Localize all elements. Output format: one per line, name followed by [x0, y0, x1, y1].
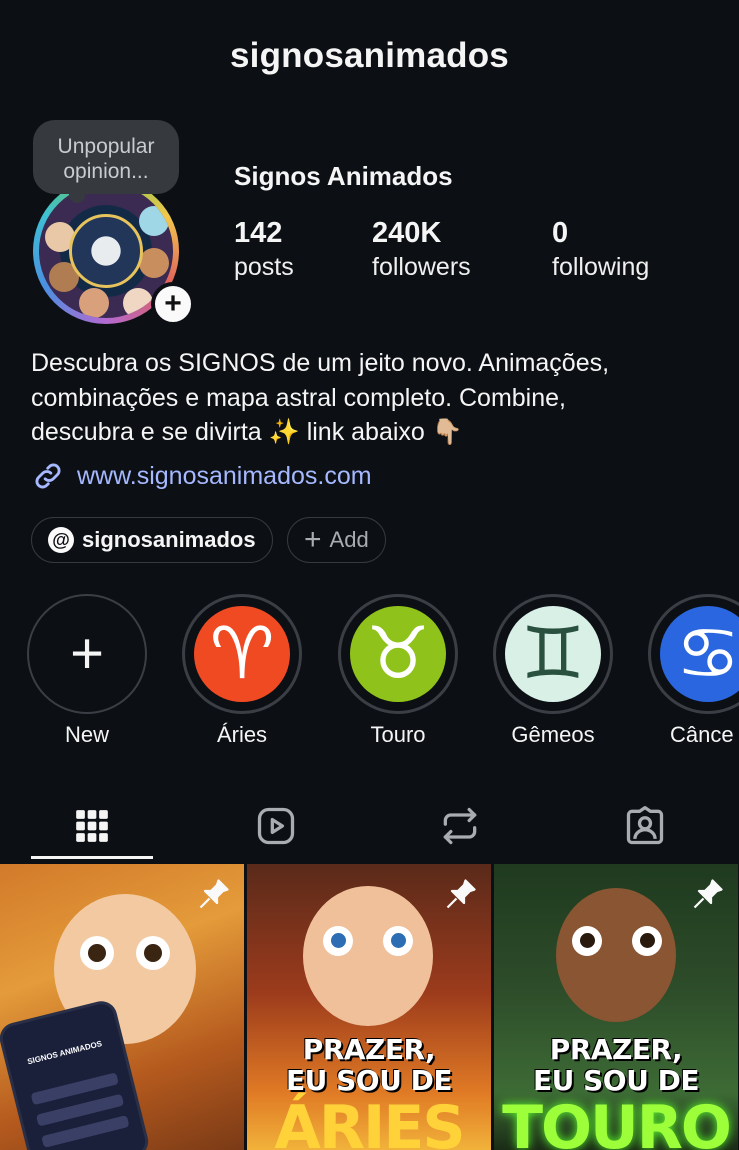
- posts-count: 142: [234, 217, 283, 249]
- highlight-label: Áries: [216, 722, 268, 747]
- post-title-line: PRAZER,: [549, 1033, 683, 1066]
- pin-icon: [693, 879, 723, 909]
- gemini-symbol-icon: ♊: [505, 606, 601, 702]
- bio: Descubra os SIGNOS de um jeito novo. Ani…: [31, 346, 721, 450]
- link-icon: [35, 463, 61, 489]
- tagged-icon: [626, 806, 664, 845]
- grid-post[interactable]: PRAZER, EU SOU DE ÁRIES: [247, 864, 491, 1150]
- post-sign-name: ÁRIES: [274, 1093, 465, 1150]
- highlight-label: Cânce: [670, 722, 734, 747]
- grid-icon: [76, 810, 108, 842]
- profile-username[interactable]: signosanimados: [0, 36, 739, 76]
- tab-reels[interactable]: [215, 790, 337, 862]
- highlight-gemeos[interactable]: ♊ Gêmeos: [491, 594, 615, 748]
- top-bar: signosanimados: [0, 36, 739, 76]
- website-url[interactable]: www.signosanimados.com: [77, 462, 372, 491]
- highlight-label: Touro: [370, 722, 426, 747]
- aries-symbol-icon: ♈: [194, 606, 290, 702]
- pin-icon: [446, 879, 476, 909]
- highlight-ring[interactable]: ♋: [648, 594, 739, 714]
- zodiac-wheel-icon: [69, 214, 143, 288]
- taurus-symbol-icon: ♉: [350, 606, 446, 702]
- add-label: Add: [329, 527, 369, 552]
- followers-label: followers: [372, 253, 471, 281]
- reels-icon: [257, 807, 295, 845]
- highlight-ring[interactable]: ♊: [493, 594, 613, 714]
- cancer-symbol-icon: ♋: [660, 606, 739, 702]
- tab-tagged[interactable]: [584, 790, 706, 862]
- note-bubble[interactable]: Unpopular opinion...: [33, 120, 179, 203]
- tab-reposts[interactable]: [399, 790, 521, 862]
- profile-tabs: [0, 790, 739, 862]
- website-link[interactable]: www.signosanimados.com: [31, 459, 372, 493]
- grid-post[interactable]: SIGNOS ANIMADOS: [0, 864, 244, 1150]
- highlight-new[interactable]: + New: [25, 594, 149, 748]
- plus-icon: +: [304, 523, 322, 556]
- plus-icon: +: [70, 621, 104, 686]
- highlight-aries[interactable]: ♈ Áries: [180, 594, 304, 748]
- followers-count: 240K: [372, 217, 442, 249]
- profile-avatar-container[interactable]: +: [33, 178, 195, 326]
- following-count: 0: [552, 217, 569, 249]
- highlight-ring[interactable]: +: [27, 594, 147, 714]
- threads-handle: signosanimados: [82, 527, 256, 552]
- character-face: [556, 888, 676, 1022]
- highlight-touro[interactable]: ♉ Touro: [336, 594, 460, 748]
- threads-icon: @: [48, 527, 74, 553]
- post-title-line: EU SOU DE: [533, 1064, 699, 1097]
- highlight-ring[interactable]: ♈: [182, 594, 302, 714]
- highlight-ring[interactable]: ♉: [338, 594, 458, 714]
- threads-chip[interactable]: @ signosanimados: [31, 517, 273, 563]
- posts-label: posts: [234, 253, 294, 281]
- display-name: Signos Animados: [234, 161, 453, 191]
- add-story-plus-icon[interactable]: +: [151, 282, 195, 326]
- stat-followers[interactable]: 240K followers: [372, 216, 471, 284]
- active-tab-indicator: [31, 856, 153, 859]
- highlight-cancer[interactable]: ♋ Cânce: [646, 594, 739, 748]
- post-title-line: EU SOU DE: [286, 1064, 452, 1097]
- tab-posts-grid[interactable]: [31, 790, 153, 862]
- stat-posts[interactable]: 142 posts: [234, 216, 294, 284]
- highlight-label: Gêmeos: [511, 722, 595, 747]
- posts-grid: SIGNOS ANIMADOS PRAZER, EU SOU DE ÁRIES …: [0, 864, 739, 1150]
- pin-icon: [199, 879, 229, 909]
- bio-line: combinações e mapa astral completo. Comb…: [31, 383, 566, 412]
- post-title-line: PRAZER,: [302, 1033, 436, 1066]
- highlight-label: New: [64, 722, 109, 747]
- grid-post[interactable]: PRAZER, EU SOU DE TOURO: [494, 864, 738, 1150]
- stat-following[interactable]: 0 following: [552, 216, 649, 284]
- bio-line: descubra e se divirta ✨ link abaixo 👇🏼: [31, 418, 463, 446]
- repost-icon: [443, 807, 477, 845]
- add-chip[interactable]: + Add: [287, 517, 386, 563]
- character-face: [303, 886, 433, 1026]
- post-sign-name: TOURO: [502, 1093, 732, 1150]
- phone-title: SIGNOS ANIMADOS: [26, 1039, 103, 1067]
- following-label: following: [552, 253, 650, 281]
- bio-line: Descubra os SIGNOS de um jeito novo. Ani…: [31, 349, 610, 377]
